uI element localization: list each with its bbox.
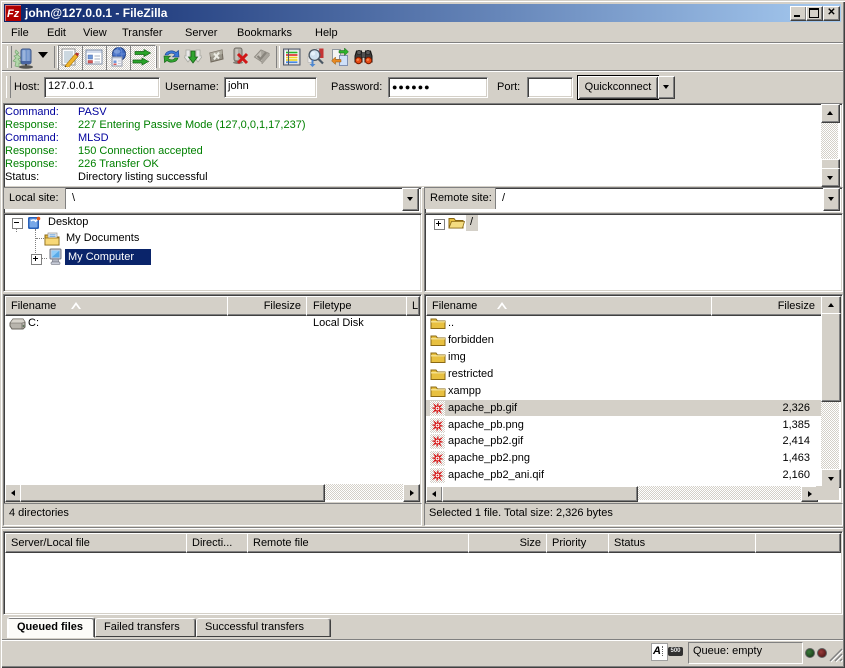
svg-text:Fz: Fz <box>7 8 20 20</box>
